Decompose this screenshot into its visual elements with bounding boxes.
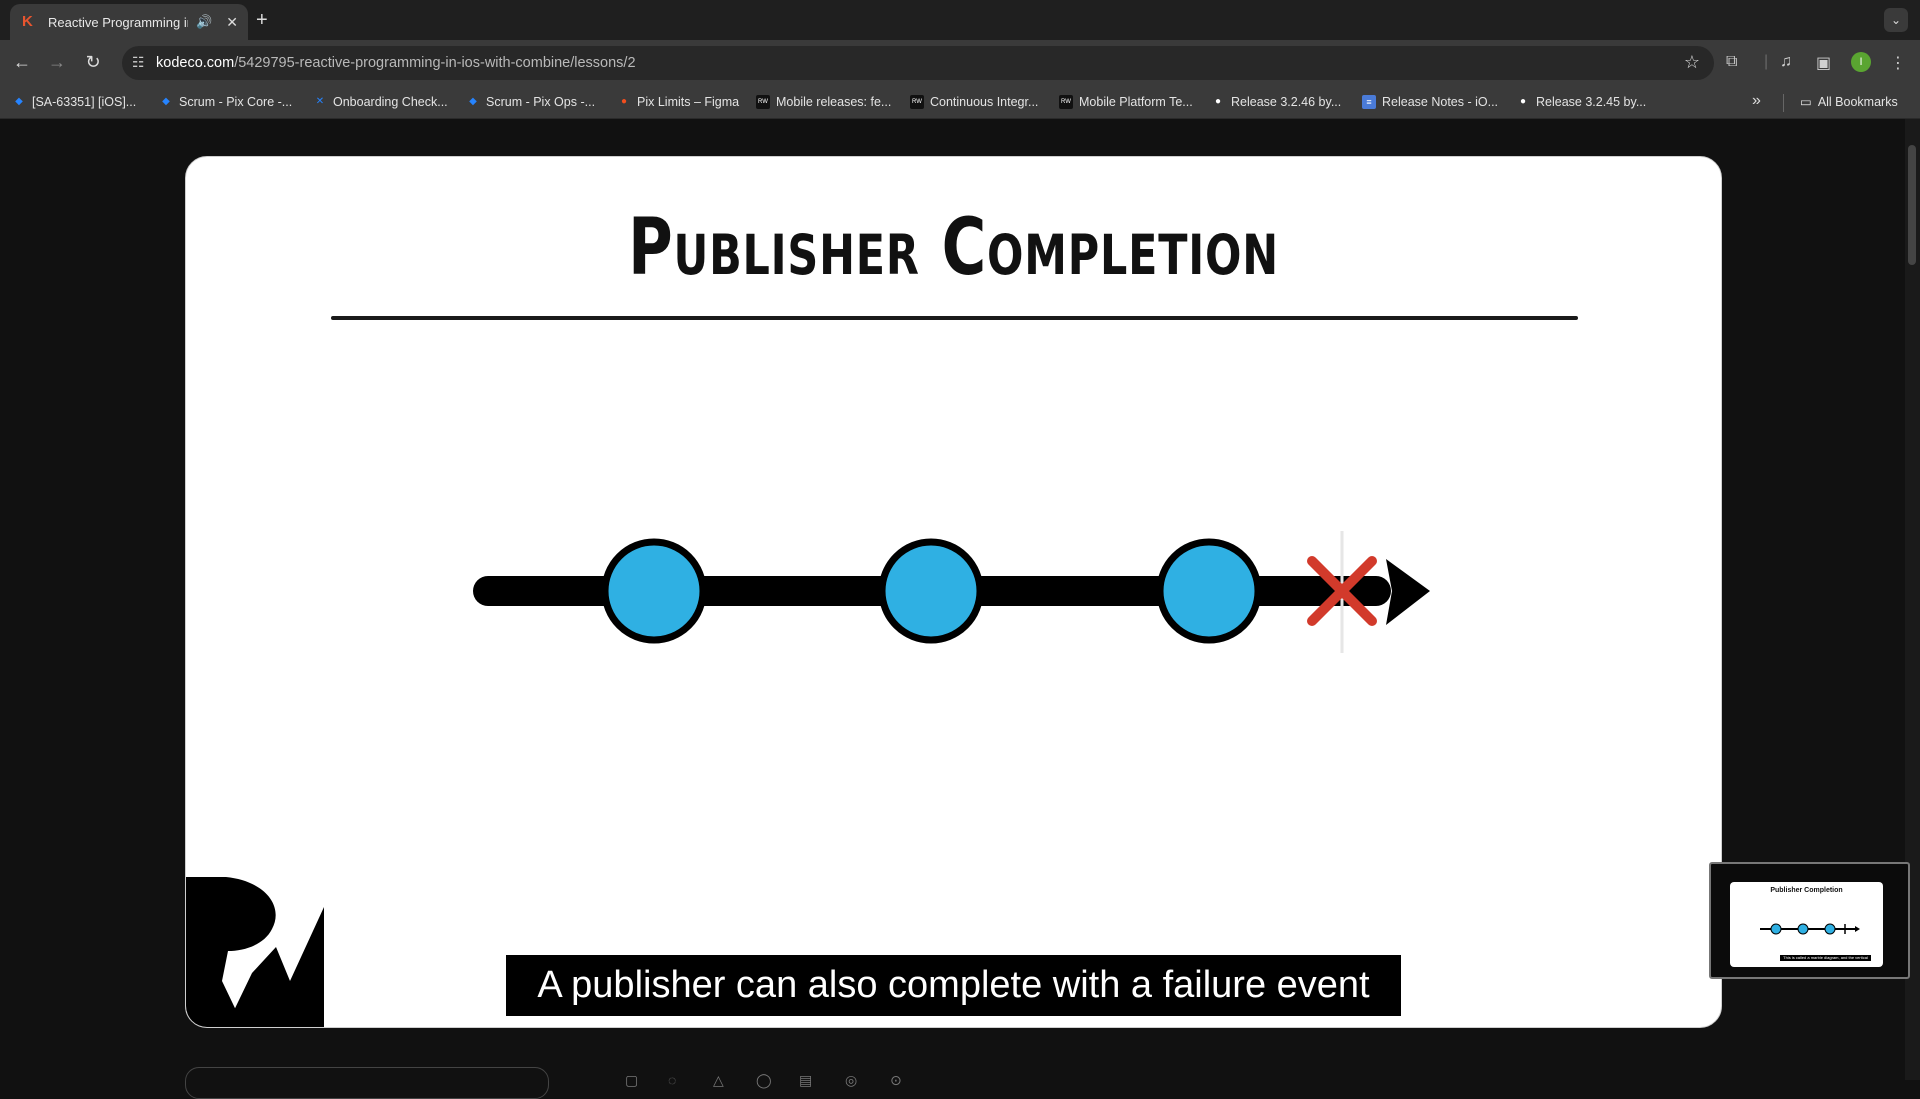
pip-slide: Publisher Completion This is called a ma… bbox=[1730, 882, 1883, 967]
rw-icon: RW bbox=[910, 95, 924, 109]
rw-logo-icon bbox=[186, 877, 324, 1027]
close-icon[interactable]: ✕ bbox=[226, 14, 238, 31]
bookmark-label: [SA-63351] [iOS]... bbox=[32, 95, 137, 109]
new-tab-button[interactable]: + bbox=[256, 9, 268, 32]
notes-icon[interactable]: ▤ bbox=[799, 1072, 812, 1089]
forward-arrow-icon[interactable]: → bbox=[46, 52, 68, 73]
all-bookmarks-label: All Bookmarks bbox=[1817, 94, 1898, 109]
bookmark-label: Release 3.2.46 by... bbox=[1231, 95, 1342, 109]
rw-icon: RW bbox=[1059, 95, 1073, 109]
jira-icon: ◆ bbox=[15, 96, 23, 107]
tab-title: Reactive Programming in iOS with Combine bbox=[48, 14, 188, 30]
site-settings-icon[interactable]: ☷ bbox=[132, 54, 145, 71]
bookmark-label: Mobile releases: fe... bbox=[776, 95, 892, 109]
url-host: kodeco.com bbox=[156, 55, 235, 71]
figma-icon: ● bbox=[620, 96, 628, 107]
tab-strip: K Reactive Programming in iOS with Combi… bbox=[0, 0, 1920, 40]
bookmark-icon[interactable]: ▢ bbox=[625, 1072, 638, 1089]
bookmark-label: Release Notes - iO... bbox=[1382, 95, 1499, 109]
bookmark-label: Continuous Integr... bbox=[930, 95, 1039, 109]
bookmark-item[interactable]: ● Release 3.2.46 by... bbox=[1211, 94, 1341, 110]
side-panel-icon[interactable]: ▣ bbox=[1816, 53, 1831, 73]
bookmark-item[interactable]: RW Mobile releases: fe... bbox=[756, 94, 891, 110]
video-caption: A publisher can also complete with a fai… bbox=[506, 955, 1401, 1016]
bookmark-item[interactable]: RW Continuous Integr... bbox=[910, 94, 1038, 110]
profile-avatar[interactable]: I bbox=[1851, 52, 1871, 72]
bookmark-item[interactable]: ◆ [SA-63351] [iOS]... bbox=[12, 94, 136, 110]
bookmark-label: Scrum - Pix Core -... bbox=[179, 95, 293, 109]
settings-icon[interactable]: ◎ bbox=[845, 1072, 857, 1089]
browser-toolbar: ← → ↻ ☷ kodeco.com/5429795-reactive-prog… bbox=[0, 40, 1920, 86]
bookmark-item[interactable]: RW Mobile Platform Te... bbox=[1059, 94, 1193, 110]
more-bookmarks-button[interactable]: » bbox=[1752, 92, 1761, 110]
event-marble bbox=[878, 538, 984, 644]
help-icon[interactable]: ◯ bbox=[756, 1072, 772, 1089]
video-player-slide[interactable]: Publisher Completion bbox=[185, 156, 1722, 1028]
speaker-icon[interactable]: 🔊 bbox=[196, 14, 212, 30]
download-icon[interactable]: ⊙ bbox=[890, 1072, 902, 1089]
timeline-arrowhead bbox=[1386, 559, 1430, 625]
event-marble bbox=[1156, 538, 1262, 644]
url-text[interactable]: kodeco.com/5429795-reactive-programming-… bbox=[156, 55, 636, 71]
confluence-icon: ✕ bbox=[315, 96, 325, 107]
bookmark-star-icon[interactable]: ☆ bbox=[1684, 52, 1700, 73]
bookmark-item[interactable]: ● Pix Limits – Figma bbox=[617, 94, 739, 110]
github-icon: ● bbox=[1519, 96, 1527, 107]
pip-caption: This is called a marble diagram, and the… bbox=[1780, 955, 1871, 966]
bookmark-label: Scrum - Pix Ops -... bbox=[486, 95, 596, 109]
bookmark-label: Pix Limits – Figma bbox=[637, 95, 740, 109]
bookmark-label: Release 3.2.45 by... bbox=[1536, 95, 1647, 109]
media-controls-icon[interactable]: ♫ bbox=[1780, 53, 1792, 71]
kodeco-favicon-icon: K bbox=[22, 13, 33, 30]
folder-icon: ▭ bbox=[1800, 95, 1812, 109]
back-arrow-icon[interactable]: ← bbox=[11, 52, 33, 73]
search-box[interactable] bbox=[185, 1067, 549, 1099]
url-path: /5429795-reactive-programming-in-ios-wit… bbox=[234, 55, 636, 71]
docs-icon: ≡ bbox=[1362, 95, 1376, 109]
jira-icon: ◆ bbox=[162, 96, 170, 107]
reload-icon[interactable]: ↻ bbox=[82, 52, 104, 73]
marble-diagram bbox=[473, 531, 1430, 653]
bookmarks-divider bbox=[1783, 94, 1784, 112]
bookmark-label: Onboarding Check... bbox=[333, 95, 448, 109]
bookmark-item[interactable]: ● Release 3.2.45 by... bbox=[1516, 94, 1646, 110]
active-tab[interactable]: K Reactive Programming in iOS with Combi… bbox=[10, 4, 248, 40]
toolbar-divider: | bbox=[1764, 53, 1769, 70]
all-bookmarks-button[interactable]: ▭ All Bookmarks bbox=[1800, 94, 1898, 110]
github-icon: ● bbox=[1214, 96, 1222, 107]
tab-search-button[interactable]: ⌄ bbox=[1884, 8, 1908, 32]
bookmarks-bar: ◆ [SA-63351] [iOS]... ◆ Scrum - Pix Core -… bbox=[0, 86, 1920, 119]
address-bar[interactable]: ☷ kodeco.com/5429795-reactive-programmin… bbox=[122, 46, 1714, 80]
rw-icon: RW bbox=[756, 95, 770, 109]
event-marble bbox=[601, 538, 707, 644]
scrollbar-thumb[interactable] bbox=[1908, 145, 1916, 265]
speed-icon[interactable]: ◌ bbox=[668, 1072, 676, 1088]
bookmark-item[interactable]: ✕ Onboarding Check... bbox=[313, 94, 448, 110]
extensions-puzzle-icon[interactable]: ⧉ bbox=[1726, 53, 1737, 71]
kebab-menu-icon[interactable]: ⋮ bbox=[1890, 53, 1906, 73]
bookmark-item[interactable]: ◆ Scrum - Pix Core -... bbox=[159, 94, 292, 110]
jira-icon: ◆ bbox=[469, 96, 477, 107]
bookmark-item[interactable]: ◆ Scrum - Pix Ops -... bbox=[466, 94, 595, 110]
bookmark-item[interactable]: ≡ Release Notes - iO... bbox=[1362, 94, 1498, 110]
picture-in-picture-preview[interactable]: Publisher Completion This is called a ma… bbox=[1709, 862, 1910, 979]
bookmark-label: Mobile Platform Te... bbox=[1079, 95, 1193, 109]
share-icon[interactable]: △ bbox=[713, 1072, 724, 1089]
